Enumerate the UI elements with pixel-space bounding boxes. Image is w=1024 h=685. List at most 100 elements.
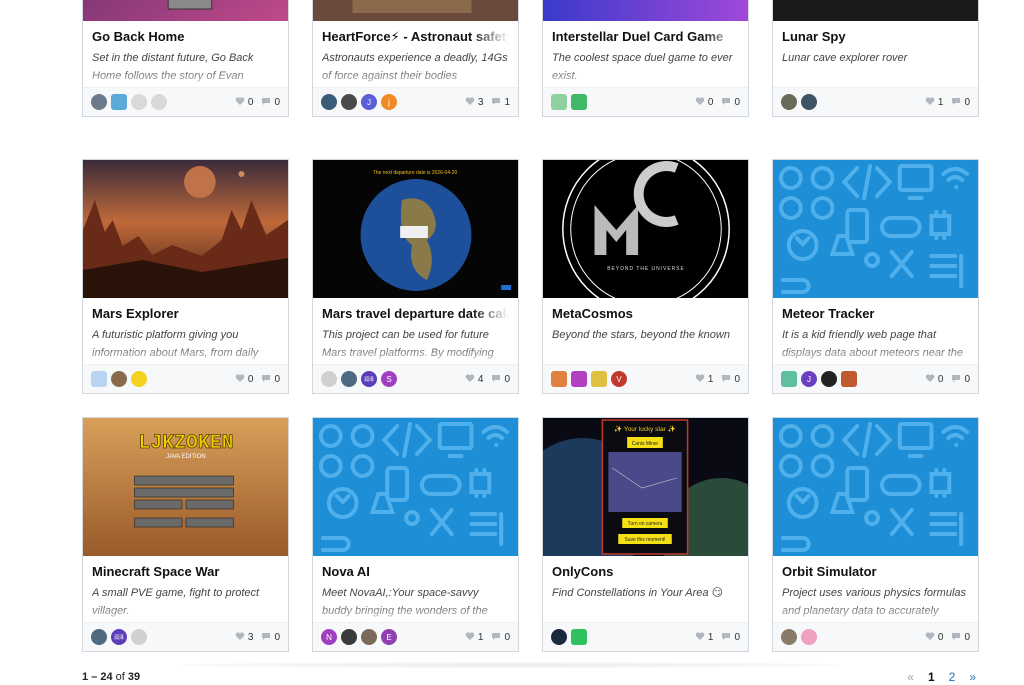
comments-stat[interactable]: 0 [951,373,970,386]
comments-stat[interactable]: 0 [491,373,510,386]
contributor-avatar[interactable]: N [321,629,337,645]
project-card[interactable]: LJKZOKEN JAVA EDITION Minecraft Space War A… [82,417,289,652]
project-title[interactable]: Go Back Home [92,21,279,47]
project-thumbnail[interactable]: The next departure date is 2026-04-20 [313,160,518,298]
prev-page-button[interactable]: « [907,670,914,684]
likes-stat[interactable]: 0 [925,631,943,644]
project-title[interactable]: Interstellar Duel Card Game [552,21,739,47]
likes-stat[interactable]: 3 [235,631,253,644]
likes-stat[interactable]: 0 [235,96,253,109]
contributor-avatar[interactable]: J [801,371,817,387]
contributor-avatar[interactable]: E [381,629,397,645]
contributor-avatar[interactable]: S [381,371,397,387]
project-card[interactable]: The next departure date is 2026-04-20 Mar… [312,159,519,394]
contributor-avatar[interactable] [341,371,357,387]
contributor-avatar[interactable] [551,94,567,110]
project-thumbnail[interactable]: ✨ Your lucky star ✨ Canis Minor Turn on ca… [543,418,748,556]
comments-stat[interactable]: 0 [721,373,740,386]
contributor-avatar[interactable] [111,94,127,110]
contributor-avatar[interactable] [551,629,567,645]
contributor-avatar[interactable] [91,629,107,645]
contributor-avatar[interactable] [781,371,797,387]
project-title[interactable]: Nova AI [322,556,509,582]
project-thumbnail[interactable] [313,418,518,556]
contributor-avatar[interactable]: J [361,94,377,110]
project-card[interactable]: Lunar Spy Lunar cave explorer rover 1 0 [772,0,979,117]
project-title[interactable]: Meteor Tracker [782,298,969,324]
project-thumbnail[interactable] [83,160,288,298]
likes-stat[interactable]: 0 [235,373,253,386]
contributor-avatar[interactable] [821,371,837,387]
project-title[interactable]: MetaCosmos [552,298,739,324]
contributor-avatar[interactable] [571,371,587,387]
contributor-avatar[interactable] [341,94,357,110]
project-card[interactable]: Orbit Simulator Project uses various phys… [772,417,979,652]
comments-stat[interactable]: 0 [951,631,970,644]
contributor-avatar[interactable] [131,629,147,645]
likes-stat[interactable]: 4 [465,373,483,386]
comments-stat[interactable]: 0 [721,631,740,644]
contributor-avatar[interactable] [361,629,377,645]
contributor-avatar[interactable]: j [381,94,397,110]
contributor-avatar[interactable] [571,94,587,110]
contributor-avatar[interactable] [91,371,107,387]
contributor-avatar[interactable] [551,371,567,387]
project-thumbnail[interactable] [773,0,978,21]
project-title[interactable]: Mars Explorer [92,298,279,324]
contributor-avatar[interactable] [111,371,127,387]
project-title[interactable]: Lunar Spy [782,21,969,47]
contributor-avatar[interactable] [131,94,147,110]
project-card[interactable]: BEYOND THE UNIVERSE MetaCosmos Beyond the … [542,159,749,394]
comments-stat[interactable]: 0 [721,96,740,109]
contributor-avatar[interactable] [591,371,607,387]
contributor-avatar[interactable] [571,629,587,645]
project-thumbnail[interactable] [773,418,978,556]
contributor-avatar[interactable] [801,94,817,110]
project-thumbnail[interactable] [83,0,288,21]
page-1-button[interactable]: 1 [928,670,935,684]
project-card[interactable]: Go Back Home Set in the distant future, G… [82,0,289,117]
project-title[interactable]: Mars travel departure date calc [322,298,509,324]
contributor-avatar[interactable] [91,94,107,110]
likes-stat[interactable]: 3 [465,96,483,109]
project-thumbnail[interactable] [543,0,748,21]
contributor-avatar[interactable] [841,371,857,387]
project-title[interactable]: OnlyCons [552,556,739,582]
project-thumbnail[interactable]: LJKZOKEN JAVA EDITION [83,418,288,556]
project-title[interactable]: HeartForce⚡ - Astronaut safety [322,21,509,47]
comments-stat[interactable]: 0 [261,96,280,109]
next-page-button[interactable]: » [969,670,976,684]
contributor-avatar[interactable] [151,94,167,110]
contributor-avatar[interactable]: 润泽 [361,371,377,387]
project-title[interactable]: Orbit Simulator [782,556,969,582]
contributor-avatar[interactable] [131,371,147,387]
comments-stat[interactable]: 0 [261,631,280,644]
page-2-button[interactable]: 2 [949,670,956,684]
project-card[interactable]: ✨ Your lucky star ✨ Canis Minor Turn on ca… [542,417,749,652]
contributor-avatar[interactable] [781,629,797,645]
project-thumbnail[interactable]: BEYOND THE UNIVERSE [543,160,748,298]
project-title[interactable]: Minecraft Space War [92,556,279,582]
project-card[interactable]: Interstellar Duel Card Game The coolest s… [542,0,749,117]
contributor-avatar[interactable]: 润泽 [111,629,127,645]
project-card[interactable]: Meteor Tracker It is a kid friendly web p… [772,159,979,394]
contributor-avatar[interactable] [321,94,337,110]
project-thumbnail[interactable] [313,0,518,21]
project-card[interactable]: HeartForce⚡ - Astronaut safety Astronauts… [312,0,519,117]
project-thumbnail[interactable] [773,160,978,298]
likes-stat[interactable]: 0 [925,373,943,386]
project-card[interactable]: Mars Explorer A futuristic platform givin… [82,159,289,394]
likes-stat[interactable]: 1 [465,631,483,644]
project-card[interactable]: Nova AI Meet NovaAI,:Your space-savvy bud… [312,417,519,652]
contributor-avatar[interactable] [781,94,797,110]
likes-stat[interactable]: 1 [695,631,713,644]
likes-stat[interactable]: 1 [695,373,713,386]
comments-stat[interactable]: 1 [491,96,510,109]
contributor-avatar[interactable] [321,371,337,387]
comments-stat[interactable]: 0 [261,373,280,386]
contributor-avatar[interactable] [341,629,357,645]
comments-stat[interactable]: 0 [491,631,510,644]
comments-stat[interactable]: 0 [951,96,970,109]
likes-stat[interactable]: 1 [925,96,943,109]
contributor-avatar[interactable]: V [611,371,627,387]
